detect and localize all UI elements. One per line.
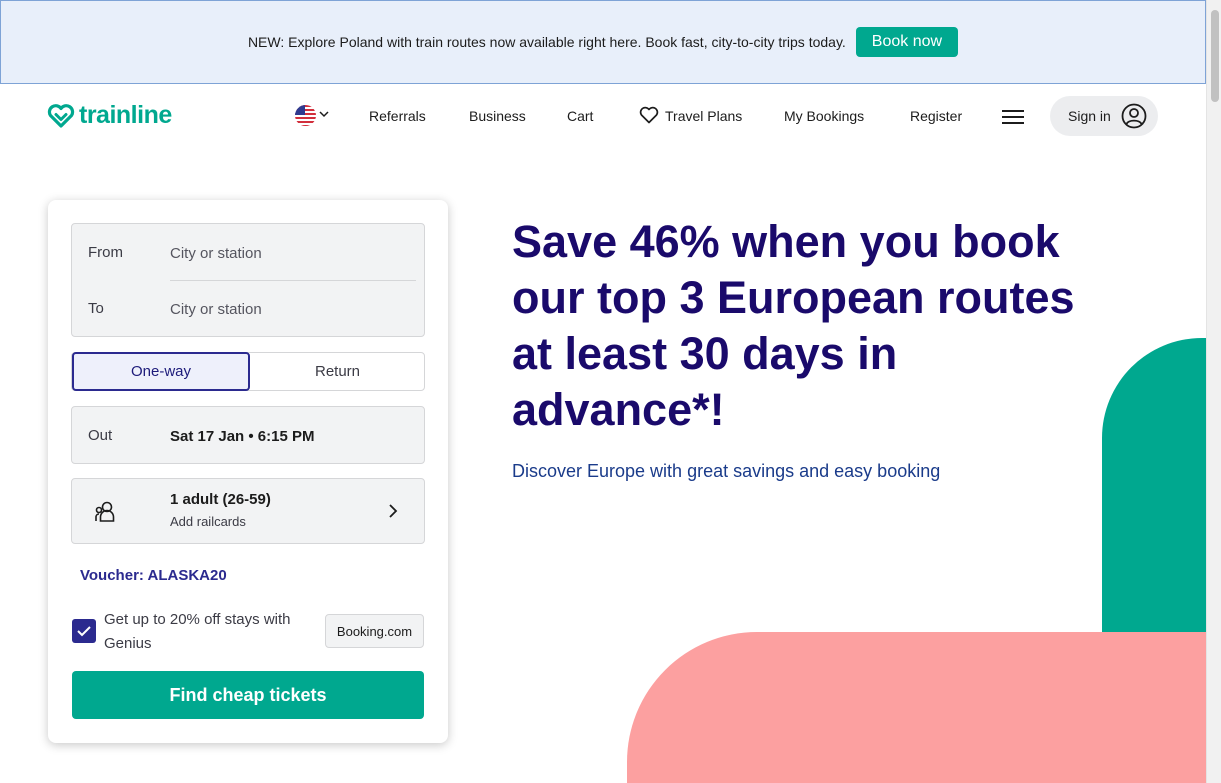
heart-icon[interactable] (639, 106, 659, 124)
find-cheap-tickets-button[interactable]: Find cheap tickets (72, 671, 424, 719)
decorative-green-shape (1102, 338, 1206, 632)
passengers-value: 1 adult (26-59) (170, 491, 271, 508)
genius-checkbox[interactable] (72, 619, 96, 643)
sign-in-button[interactable]: Sign in (1050, 96, 1158, 136)
voucher-code[interactable]: Voucher: ALASKA20 (80, 567, 227, 584)
nav-referrals[interactable]: Referrals (369, 108, 426, 124)
nav-cart[interactable]: Cart (567, 108, 593, 124)
out-label: Out (88, 427, 113, 444)
to-input[interactable]: City or station (170, 301, 262, 318)
from-input[interactable]: City or station (170, 245, 262, 262)
banner-text: NEW: Explore Poland with train routes no… (247, 34, 846, 50)
us-flag-icon[interactable] (295, 105, 316, 126)
passengers-field[interactable]: 1 adult (26-59) Add railcards (71, 478, 425, 544)
sign-in-label: Sign in (1068, 108, 1111, 124)
nav-travel-plans[interactable]: Travel Plans (665, 108, 742, 124)
to-label: To (88, 300, 104, 317)
from-field[interactable]: From City or station (72, 224, 424, 280)
one-way-option[interactable]: One-way (72, 352, 250, 391)
outbound-date-field[interactable]: Out Sat 17 Jan • 6:15 PM (71, 406, 425, 464)
genius-offer-text: Get up to 20% off stays with Genius (104, 611, 291, 652)
site-header: trainline Referrals Business Cart Travel… (0, 84, 1206, 148)
to-field[interactable]: To City or station (72, 280, 424, 336)
hero-subtitle: Discover Europe with great savings and e… (512, 461, 941, 481)
out-date-value: Sat 17 Jan • 6:15 PM (170, 428, 315, 445)
chevron-down-icon[interactable] (319, 109, 329, 119)
page-scrollbar[interactable] (1206, 0, 1221, 783)
station-fields: From City or station To City or station (71, 223, 425, 337)
nav-my-bookings[interactable]: My Bookings (784, 108, 864, 124)
user-icon (1121, 103, 1147, 129)
main-nav: Referrals Business Cart Travel Plans My … (0, 84, 1206, 148)
book-now-button[interactable]: Book now (855, 27, 959, 57)
passenger-icon (95, 501, 115, 522)
scrollbar-thumb[interactable] (1211, 10, 1219, 102)
checkmark-icon (77, 626, 91, 637)
chevron-right-icon (389, 504, 398, 518)
trip-type-toggle: One-way Return (71, 352, 425, 391)
search-card: From City or station To City or station … (48, 200, 448, 743)
from-label: From (88, 244, 123, 261)
hero-title: Save 46% when you book our top 3 Europea… (512, 216, 1075, 435)
menu-icon[interactable] (1002, 106, 1026, 126)
add-railcards-link[interactable]: Add railcards (170, 514, 246, 529)
decorative-pink-shape (627, 632, 1206, 783)
promo-banner: NEW: Explore Poland with train routes no… (0, 0, 1206, 84)
return-option[interactable]: Return (250, 353, 425, 390)
booking-com-logo: Booking.com (325, 614, 424, 648)
nav-business[interactable]: Business (469, 108, 526, 124)
nav-register[interactable]: Register (910, 108, 962, 124)
